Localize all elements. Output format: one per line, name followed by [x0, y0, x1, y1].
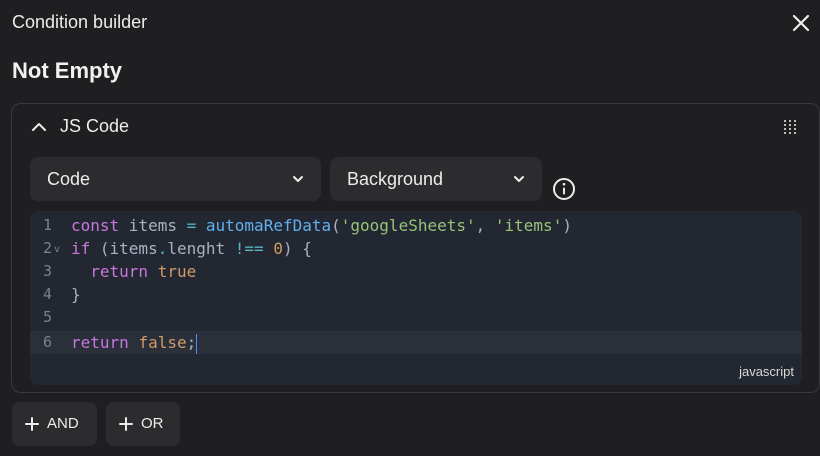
- line-number: 2: [42, 239, 52, 257]
- chevron-up-icon[interactable]: [30, 118, 48, 136]
- code-line: 2 v if (items.lenght !== 0) {: [30, 237, 802, 260]
- fold-marker-icon[interactable]: v: [54, 238, 60, 261]
- info-icon[interactable]: [552, 177, 576, 201]
- code-text: return true: [90, 262, 197, 281]
- code-type-select[interactable]: Code: [30, 157, 321, 201]
- line-number: 4: [42, 285, 52, 303]
- code-type-select-value: Code: [47, 169, 91, 189]
- drag-handle-icon[interactable]: [783, 119, 797, 135]
- chevron-down-icon: [512, 172, 526, 186]
- line-number: 1: [42, 216, 52, 234]
- panel-header: JS Code: [12, 104, 819, 150]
- plus-icon: [25, 417, 39, 431]
- dialog-title: Condition builder: [12, 12, 148, 32]
- code-text: return false;: [71, 333, 198, 354]
- code-editor[interactable]: 1 const items = automaRefData('googleShe…: [30, 211, 802, 385]
- context-select-value: Background: [347, 169, 444, 189]
- code-line: 4 }: [30, 283, 802, 306]
- code-line: 5: [30, 306, 802, 329]
- plus-icon: [119, 417, 133, 431]
- code-line: 3 return true: [30, 260, 802, 283]
- code-text: if (items.lenght !== 0) {: [71, 239, 312, 258]
- text-cursor: [196, 333, 198, 354]
- add-or-button[interactable]: OR: [106, 402, 180, 446]
- panel-title: JS Code: [60, 116, 130, 136]
- dialog-header: Condition builder: [12, 10, 812, 38]
- code-line: 1 const items = automaRefData('googleShe…: [30, 214, 802, 237]
- line-number: 6: [42, 333, 52, 351]
- context-select[interactable]: Background: [330, 157, 542, 201]
- line-number: 3: [42, 262, 52, 280]
- add-and-button[interactable]: AND: [12, 402, 97, 446]
- add-or-label: OR: [141, 415, 164, 432]
- add-and-label: AND: [47, 415, 79, 432]
- js-code-panel: JS Code Code Background 1 const items = …: [11, 103, 820, 393]
- code-line-active: 6 return false;: [30, 331, 802, 354]
- line-number: 5: [42, 308, 52, 326]
- code-text: }: [71, 285, 81, 304]
- chevron-down-icon: [291, 172, 305, 186]
- close-icon[interactable]: [790, 12, 812, 34]
- language-label: javascript: [739, 364, 794, 379]
- code-text: const items = automaRefData('googleSheet…: [71, 216, 572, 235]
- condition-title: Not Empty: [12, 58, 122, 83]
